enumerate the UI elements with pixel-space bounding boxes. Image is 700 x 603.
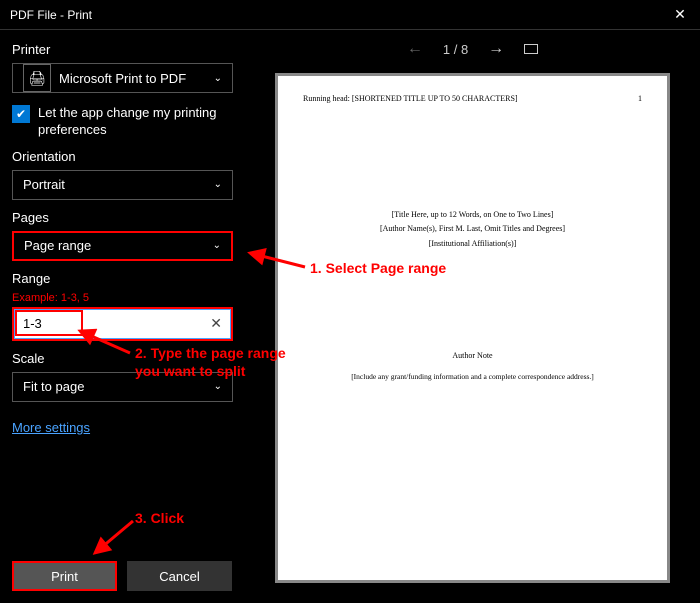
pages-label: Pages [12,210,233,225]
pages-dropdown[interactable]: Page range ⌄ [12,231,233,261]
preview-panel: ← 1 / 8 → Running head: [SHORTENED TITLE… [245,30,700,603]
chevron-down-icon: ⌄ [214,381,222,392]
next-page-icon[interactable]: → [488,40,504,58]
running-head: Running head: [SHORTENED TITLE UP TO 50 … [303,94,518,103]
clear-icon[interactable]: ✕ [210,315,222,332]
printer-label: Printer [12,42,233,57]
window-title: PDF File - Print [10,8,670,22]
scale-label: Scale [12,351,233,366]
doc-institution: [Institutional Affiliation(s)] [303,237,642,251]
range-input[interactable] [23,316,210,331]
author-note-text: [Include any grant/funding information a… [303,372,642,381]
page-number: 1 [638,94,642,103]
chevron-down-icon: ⌄ [213,240,221,251]
print-settings-panel: Printer 🖨 Microsoft Print to PDF ⌄ ✔ Let… [0,30,245,603]
scale-dropdown[interactable]: Fit to page ⌄ [12,372,233,402]
pager: ← 1 / 8 → [407,40,538,58]
scale-selected: Fit to page [23,379,214,394]
orientation-label: Orientation [12,149,233,164]
fullscreen-icon[interactable] [524,44,538,54]
document-page: Running head: [SHORTENED TITLE UP TO 50 … [278,76,667,580]
range-label: Range [12,271,233,286]
orientation-selected: Portrait [23,177,214,192]
app-prefs-checkbox[interactable]: ✔ [12,105,30,123]
doc-author: [Author Name(s), First M. Last, Omit Tit… [303,222,642,236]
printer-selected: Microsoft Print to PDF [59,71,214,86]
chevron-down-icon: ⌄ [214,179,222,190]
doc-title: [Title Here, up to 12 Words, on One to T… [303,208,642,222]
orientation-dropdown[interactable]: Portrait ⌄ [12,170,233,200]
print-button[interactable]: Print [12,561,117,591]
more-settings-link[interactable]: More settings [12,420,90,435]
app-prefs-label: Let the app change my printing preferenc… [38,105,233,139]
author-note-heading: Author Note [303,351,642,360]
cancel-button[interactable]: Cancel [127,561,232,591]
printer-dropdown[interactable]: 🖨 Microsoft Print to PDF ⌄ [12,63,233,93]
preview-frame: Running head: [SHORTENED TITLE UP TO 50 … [275,73,670,583]
range-example: Example: 1-3, 5 [12,292,233,304]
page-indicator: 1 / 8 [443,42,468,57]
pages-selected: Page range [24,238,213,253]
printer-icon: 🖨 [23,64,51,92]
chevron-down-icon: ⌄ [214,73,222,84]
range-input-wrap: ✕ [12,307,233,341]
close-icon[interactable]: ✕ [670,6,690,23]
prev-page-icon[interactable]: ← [407,40,423,58]
titlebar: PDF File - Print ✕ [0,0,700,30]
